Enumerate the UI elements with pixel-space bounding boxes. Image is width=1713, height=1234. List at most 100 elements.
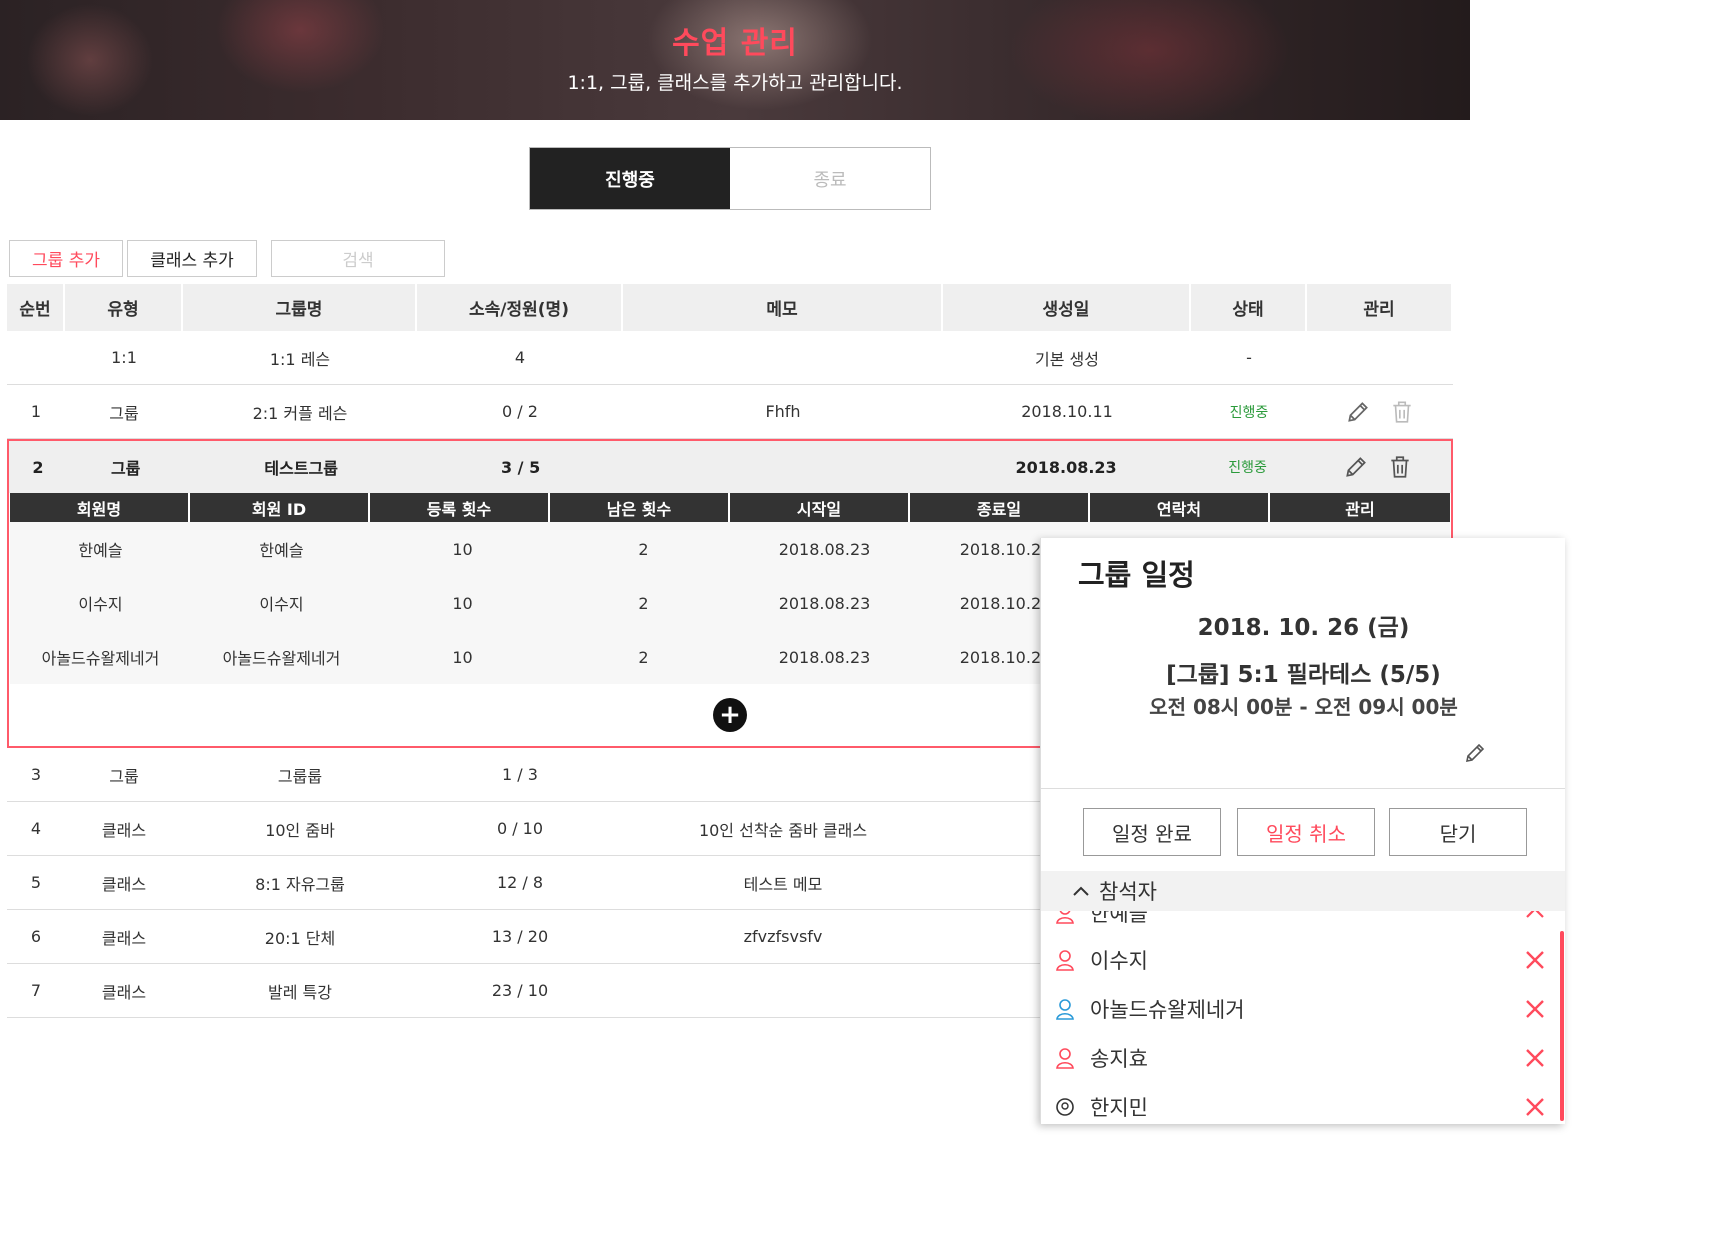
member-remaining: 2 <box>638 539 649 559</box>
edit-pencil-icon[interactable] <box>1343 454 1369 480</box>
cell-name: 테스트그룹 <box>264 459 338 478</box>
edit-pencil-icon[interactable] <box>1345 399 1371 425</box>
col-end: 종료일 <box>910 493 1090 522</box>
col-created: 생성일 <box>943 284 1191 331</box>
col-no: 순번 <box>7 284 65 331</box>
member-registered: 10 <box>452 539 473 559</box>
add-member-button[interactable]: + <box>713 698 747 732</box>
cell-name: 10인 줌바 <box>265 820 335 840</box>
tab-ended[interactable]: 종료 <box>730 148 930 209</box>
col-member-id: 회원 ID <box>190 493 370 522</box>
add-class-button[interactable]: 클래스 추가 <box>127 240 257 277</box>
cell-memo <box>623 441 942 493</box>
male-user-icon <box>1056 999 1074 1020</box>
col-name: 그룹명 <box>183 284 417 331</box>
cell-type: 클래스 <box>101 820 147 840</box>
member-name: 한예슬 <box>78 541 123 560</box>
close-button[interactable]: 닫기 <box>1389 808 1527 856</box>
chevron-up-icon[interactable] <box>1523 911 1547 925</box>
status-badge: 진행중 <box>1229 404 1269 421</box>
member-id: 한예슬 <box>259 541 304 560</box>
cell-name: 그룹룹 <box>277 766 323 786</box>
attendee-name: 송지효 <box>1090 1047 1148 1071</box>
cell-memo: 10인 선착순 줌바 클래스 <box>698 820 868 840</box>
remove-attendee-icon[interactable] <box>1523 948 1547 972</box>
cell-manage <box>1307 385 1453 438</box>
cell-name: 8:1 자유그룹 <box>255 874 345 894</box>
member-remaining: 2 <box>638 647 649 667</box>
attendees-toggle[interactable]: 참석자 <box>1041 871 1565 911</box>
cell-no: 4 <box>30 819 42 838</box>
cell-members: 0 / 2 <box>502 402 538 421</box>
member-id: 아놀드슈왈제네거 <box>222 649 341 668</box>
edit-pencil-icon[interactable] <box>1463 741 1487 765</box>
page-subtitle: 1:1, 그룹, 클래스를 추가하고 관리합니다. <box>567 72 903 94</box>
cell-type: 클래스 <box>101 982 147 1002</box>
status-toggle: 진행중 종료 <box>529 147 931 210</box>
cell-type: 1:1 <box>111 348 137 367</box>
popup-time: 오전 08시 00분 - 오전 09시 00분 <box>1149 695 1458 719</box>
cell-no: 5 <box>30 873 42 892</box>
cell-memo <box>623 331 943 384</box>
attendee-item: 한지민 <box>1041 1087 1565 1124</box>
cell-no: 6 <box>30 927 42 946</box>
cell-type: 그룹 <box>109 766 139 786</box>
cell-members: 13 / 20 <box>491 927 549 946</box>
member-registered: 10 <box>452 647 473 667</box>
trash-icon[interactable] <box>1389 399 1415 425</box>
cell-created: 2018.08.23 <box>1015 457 1117 477</box>
member-table-header: 회원명 회원 ID 등록 횟수 남은 횟수 시작일 종료일 연락처 관리 <box>10 493 1450 522</box>
cell-memo: 테스트 메모 <box>743 874 823 894</box>
cell-members: 0 / 10 <box>496 819 544 838</box>
cell-members: 12 / 8 <box>496 873 544 892</box>
cancel-schedule-button[interactable]: 일정 취소 <box>1237 808 1375 856</box>
member-name: 아놀드슈왈제네거 <box>41 649 160 668</box>
attendee-name: 아놀드슈왈제네거 <box>1090 998 1245 1022</box>
attendee-scrollbar[interactable] <box>1560 931 1564 1121</box>
cell-memo: Fhfh <box>765 402 801 421</box>
table-row[interactable]: 2 그룹 테스트그룹 3 / 5 2018.08.23 진행중 <box>9 441 1451 493</box>
attendee-name: 한예슬 <box>1090 911 1148 926</box>
col-start: 시작일 <box>730 493 910 522</box>
col-member-manage: 관리 <box>1270 493 1450 522</box>
status-badge: 진행중 <box>1228 460 1267 476</box>
member-start: 2018.08.23 <box>778 593 871 613</box>
trash-icon[interactable] <box>1387 454 1413 480</box>
attendee-name: 한지민 <box>1090 1096 1148 1120</box>
cell-created: 2018.10.11 <box>1021 402 1113 421</box>
cell-name: 20:1 단체 <box>264 928 336 948</box>
cell-name: 1:1 레슨 <box>269 349 331 369</box>
attendee-list: 한예슬 이수지 아놀드슈왈제네거 송지효 한지민 <box>1041 911 1565 1124</box>
table-row[interactable]: 1 그룹 2:1 커플 레슨 0 / 2 Fhfh 2018.10.11 진행중 <box>7 385 1453 439</box>
complete-schedule-button[interactable]: 일정 완료 <box>1083 808 1221 856</box>
cell-type: 클래스 <box>101 874 147 894</box>
remove-attendee-icon[interactable] <box>1523 1046 1547 1070</box>
table-row[interactable]: 1:1 1:1 레슨 4 기본 생성 - <box>7 331 1453 385</box>
table-header: 순번 유형 그룹명 소속/정원(명) 메모 생성일 상태 관리 <box>7 284 1453 331</box>
popup-title: 그룹 일정 <box>1078 558 1195 592</box>
col-contact: 연락처 <box>1090 493 1270 522</box>
member-remaining: 2 <box>638 593 649 613</box>
member-registered: 10 <box>452 593 473 613</box>
col-type: 유형 <box>65 284 183 331</box>
cell-manage <box>1305 441 1451 493</box>
attendee-item: 아놀드슈왈제네거 <box>1041 989 1565 1029</box>
cell-type: 클래스 <box>101 928 147 948</box>
col-memo: 메모 <box>623 284 943 331</box>
search-input[interactable]: 검색 <box>271 240 445 277</box>
add-group-button[interactable]: 그룹 추가 <box>9 240 123 277</box>
col-member-name: 회원명 <box>10 493 190 522</box>
attendees-label: 참석자 <box>1099 880 1157 904</box>
page-banner: 수업 관리 1:1, 그룹, 클래스를 추가하고 관리합니다. <box>0 0 1470 120</box>
cell-name: 발레 특강 <box>268 982 332 1002</box>
unknown-user-icon <box>1056 1098 1074 1116</box>
cell-no: 2 <box>32 457 44 477</box>
popup-class-name: [그룹] 5:1 필라테스 (5/5) <box>1166 662 1441 688</box>
cell-memo <box>623 964 943 1017</box>
female-user-icon <box>1056 950 1074 971</box>
col-status: 상태 <box>1191 284 1307 331</box>
remove-attendee-icon[interactable] <box>1523 997 1547 1021</box>
tab-in-progress[interactable]: 진행중 <box>530 148 730 209</box>
attendee-item: 한예슬 <box>1041 911 1565 933</box>
remove-attendee-icon[interactable] <box>1523 1095 1547 1119</box>
